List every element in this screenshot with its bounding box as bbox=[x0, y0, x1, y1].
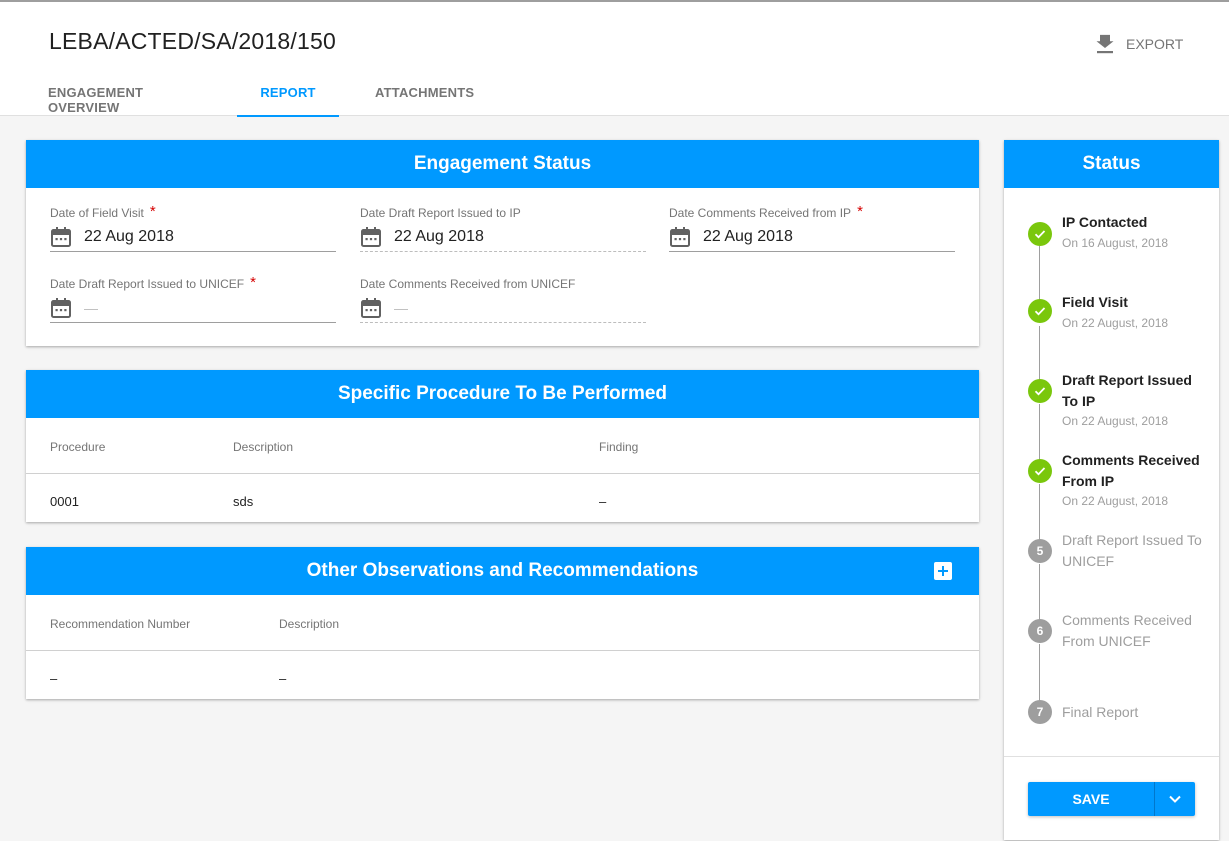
save-button[interactable]: SAVE bbox=[1028, 782, 1154, 816]
observations-title-text: Other Observations and Recommendations bbox=[306, 560, 699, 581]
field-value[interactable]: 22 Aug 2018 bbox=[703, 228, 793, 246]
field-label: Date Comments Received from UNICEF bbox=[360, 277, 576, 291]
step-number: 6 bbox=[1028, 619, 1052, 643]
field-label: Date of Field Visit bbox=[50, 206, 144, 220]
tab-engagement-overview[interactable]: ENGAGEMENT OVERVIEW bbox=[24, 72, 237, 117]
field-value[interactable]: 22 Aug 2018 bbox=[84, 228, 174, 246]
field-date-of-field-visit[interactable]: Date of Field Visit * 22 Aug 2018 bbox=[50, 203, 336, 260]
calendar-icon[interactable] bbox=[50, 297, 72, 319]
column-procedure: Procedure bbox=[50, 440, 106, 454]
observations-card: Other Observations and Recommendations R… bbox=[26, 547, 979, 699]
check-icon bbox=[1028, 222, 1052, 246]
field-date-comments-received-from-ip[interactable]: Date Comments Received from IP * 22 Aug 2… bbox=[669, 203, 955, 260]
cell-finding: – bbox=[599, 494, 607, 509]
calendar-icon[interactable] bbox=[669, 226, 691, 248]
export-button[interactable]: EXPORT bbox=[1096, 34, 1183, 54]
cell-recommendation-number: – bbox=[50, 671, 58, 686]
page-header: LEBA/ACTED/SA/2018/150 EXPORT ENGAGEMENT… bbox=[0, 0, 1229, 117]
step-title: Final Report bbox=[1062, 704, 1139, 720]
field-label: Date Draft Report Issued to UNICEF bbox=[50, 277, 245, 291]
cell-description: – bbox=[279, 671, 287, 686]
field-value[interactable]: — bbox=[84, 300, 98, 316]
calendar-icon[interactable] bbox=[360, 297, 382, 319]
field-date-draft-report-issued-to-unicef[interactable]: Date Draft Report Issued to UNICEF * — bbox=[50, 274, 336, 331]
export-label: EXPORT bbox=[1126, 36, 1184, 52]
check-icon bbox=[1028, 379, 1052, 403]
tab-bar: ENGAGEMENT OVERVIEW REPORT ATTACHMENTS bbox=[24, 72, 498, 117]
cell-procedure: 0001 bbox=[50, 494, 79, 509]
field-date-comments-received-from-unicef[interactable]: Date Comments Received from UNICEF — bbox=[360, 277, 646, 331]
save-button-group: SAVE bbox=[1028, 782, 1195, 816]
calendar-icon[interactable] bbox=[50, 226, 72, 248]
column-description: Description bbox=[233, 440, 294, 454]
column-description: Description bbox=[279, 617, 340, 631]
required-marker: * bbox=[250, 274, 256, 291]
field-label: Date Comments Received from IP bbox=[669, 206, 852, 220]
check-icon bbox=[1028, 459, 1052, 483]
chevron-down-icon bbox=[1169, 795, 1181, 803]
specific-procedure-card: Specific Procedure To Be Performed Proce… bbox=[26, 370, 979, 522]
column-recommendation-number: Recommendation Number bbox=[50, 617, 191, 631]
field-label: Date Draft Report Issued to IP bbox=[360, 206, 521, 220]
status-footer: SAVE bbox=[1004, 756, 1219, 840]
page-title: LEBA/ACTED/SA/2018/150 bbox=[49, 28, 336, 54]
step-title: Draft Report Issued To UNICEF bbox=[1062, 532, 1202, 569]
step-title: Comments Received From IP bbox=[1062, 452, 1200, 489]
observations-title: Other Observations and Recommendations bbox=[26, 547, 979, 595]
status-title: Status bbox=[1004, 140, 1219, 188]
tab-attachments[interactable]: ATTACHMENTS bbox=[351, 72, 498, 117]
field-date-draft-report-issued-to-ip[interactable]: Date Draft Report Issued to IP 22 Aug 20… bbox=[360, 206, 646, 260]
table-header: Procedure Description Finding bbox=[26, 418, 979, 474]
table-header: Recommendation Number Description bbox=[26, 595, 979, 651]
add-recommendation-button[interactable] bbox=[934, 562, 952, 580]
field-value[interactable]: 22 Aug 2018 bbox=[394, 228, 484, 246]
step-title: IP Contacted bbox=[1062, 214, 1148, 230]
field-value[interactable]: — bbox=[394, 300, 408, 316]
check-icon bbox=[1028, 299, 1052, 323]
required-marker: * bbox=[149, 203, 156, 220]
step-date: On 16 August, 2018 bbox=[1062, 236, 1169, 250]
status-card: Status IP Contacted On 16 August, 2018 F… bbox=[1004, 140, 1219, 840]
column-finding: Finding bbox=[599, 440, 639, 454]
step-date: On 22 August, 2018 bbox=[1062, 316, 1169, 330]
step-title: Draft Report Issued To IP bbox=[1062, 372, 1192, 409]
engagement-status-card: Engagement Status Date of Field Visit * 2… bbox=[26, 140, 979, 346]
cell-description: sds bbox=[233, 494, 254, 509]
step-number: 5 bbox=[1028, 539, 1052, 563]
table-row[interactable]: – – bbox=[26, 651, 979, 699]
save-options-button[interactable] bbox=[1154, 782, 1195, 816]
step-number: 7 bbox=[1028, 700, 1052, 724]
table-row[interactable]: 0001 sds – bbox=[26, 474, 979, 522]
step-title: Comments Received From UNICEF bbox=[1062, 612, 1192, 649]
specific-procedure-title: Specific Procedure To Be Performed bbox=[26, 370, 979, 418]
tab-report[interactable]: REPORT bbox=[237, 72, 339, 117]
step-date: On 22 August, 2018 bbox=[1062, 494, 1169, 508]
required-marker: * bbox=[857, 203, 863, 220]
step-title: Field Visit bbox=[1062, 294, 1128, 310]
step-date: On 22 August, 2018 bbox=[1062, 414, 1169, 428]
download-icon bbox=[1096, 34, 1114, 54]
engagement-status-title: Engagement Status bbox=[26, 140, 979, 188]
calendar-icon[interactable] bbox=[360, 226, 382, 248]
